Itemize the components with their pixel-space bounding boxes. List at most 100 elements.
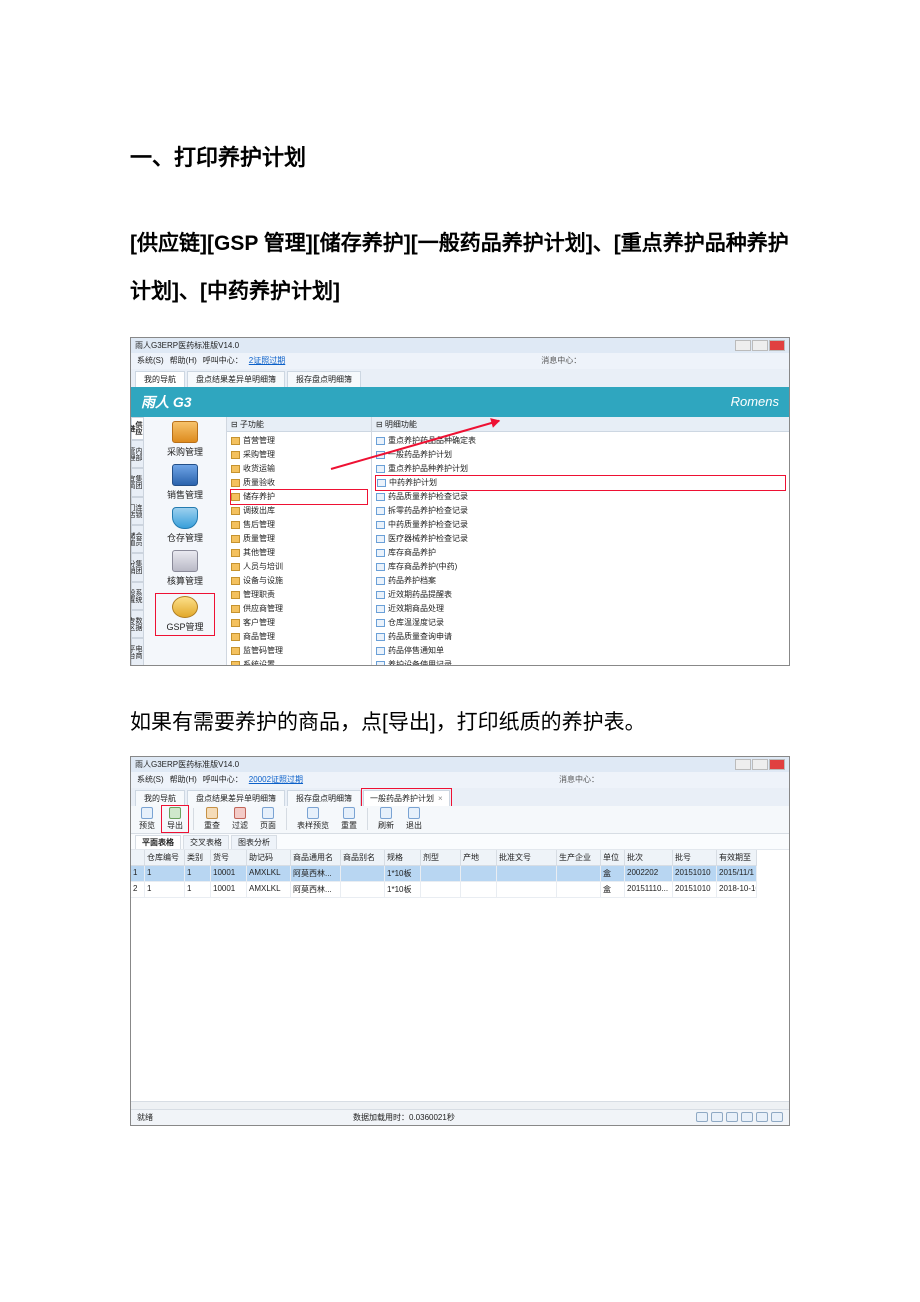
tab-plan[interactable]: 一般药品养护计划 × [363,790,450,806]
tab-close-icon[interactable]: × [438,794,443,803]
status-icon-1[interactable] [696,1112,708,1122]
tab-my-nav[interactable]: 我的导航 [135,790,185,806]
sidetab-0[interactable]: 供应链 [131,417,144,440]
sidetab-6[interactable]: 系统设置 [131,582,144,610]
toolbar-刷新-button[interactable]: 刷新 [374,807,398,831]
sidetab-4[interactable]: 会员储值 [131,525,144,553]
status-icon-4[interactable] [741,1112,753,1122]
detail-item-7[interactable]: 医疗器械养护检查记录 [376,532,785,546]
detail-item-14[interactable]: 药品质量查询申请 [376,630,785,644]
viewtab-chart[interactable]: 图表分析 [231,835,277,849]
tab-my-nav[interactable]: 我的导航 [135,371,185,387]
minimize-icon[interactable] [735,340,751,351]
menu-help[interactable]: 帮助(H) [170,774,197,785]
grid-col-header-1[interactable]: 仓库编号 [145,850,185,866]
maximize-icon[interactable] [752,340,768,351]
menu-system[interactable]: 系统(S) [137,774,164,785]
minimize-icon[interactable] [735,759,751,770]
sidebar-icon-0[interactable]: 采购管理 [155,421,215,458]
tree-item-9[interactable]: 人员与培训 [231,560,367,574]
tab-diff[interactable]: 盘点结果差异单明细簿 [187,371,285,387]
toolbar-退出-button[interactable]: 退出 [402,807,426,831]
tree-item-0[interactable]: 首营管理 [231,434,367,448]
status-icon-6[interactable] [771,1112,783,1122]
grid-col-header-14[interactable]: 批号 [673,850,717,866]
status-icon-5[interactable] [756,1112,768,1122]
tree-item-5[interactable]: 调拨出库 [231,504,367,518]
detail-item-8[interactable]: 库存商品养护 [376,546,785,560]
grid-col-header-0[interactable] [131,850,145,866]
tree-item-15[interactable]: 监管码管理 [231,644,367,658]
sidetab-3[interactable]: 连锁门店 [131,497,144,525]
horizontal-scrollbar[interactable] [131,1101,789,1109]
detail-item-4[interactable]: 药品质量养护检查记录 [376,490,785,504]
cert-expiry-link[interactable]: 2证照过期 [249,355,285,366]
grid-col-header-4[interactable]: 助记码 [247,850,291,866]
status-icon-2[interactable] [711,1112,723,1122]
tree-item-6[interactable]: 售后管理 [231,518,367,532]
grid-col-header-10[interactable]: 批准文号 [497,850,557,866]
sidebar-icon-2[interactable]: 仓存管理 [155,507,215,544]
detail-item-6[interactable]: 中药质量养护检查记录 [376,518,785,532]
detail-item-13[interactable]: 仓库温湿度记录 [376,616,785,630]
grid-col-header-12[interactable]: 单位 [601,850,625,866]
tab-inv[interactable]: 报存盘点明细簿 [287,371,361,387]
sidetab-8[interactable]: 电商平台 [131,638,144,665]
tab-inv[interactable]: 报存盘点明细簿 [287,790,361,806]
grid-col-header-6[interactable]: 商品别名 [341,850,385,866]
tree-item-12[interactable]: 供应商管理 [231,602,367,616]
toolbar-重查-button[interactable]: 重查 [200,807,224,831]
toolbar-表样预览-button[interactable]: 表样预览 [293,807,333,831]
grid-col-header-7[interactable]: 规格 [385,850,421,866]
toolbar-导出-button[interactable]: 导出 [163,807,187,831]
tree-item-3[interactable]: 质量验收 [231,476,367,490]
sidetab-2[interactable]: 集团宜简 [131,468,144,496]
detail-item-2[interactable]: 重点养护品种养护计划 [376,462,785,476]
menu-help[interactable]: 帮助(H) [170,355,197,366]
tree-item-11[interactable]: 管理职责 [231,588,367,602]
grid-col-header-15[interactable]: 有效期至 [717,850,757,866]
tree-item-16[interactable]: 系统设置 [231,658,367,666]
table-row[interactable]: 11110001AMXLKL阿莫西林...1*10板盒2002202201510… [131,866,789,882]
sidebar-icon-4[interactable]: GSP管理 [155,593,215,636]
table-row[interactable]: 21110001AMXLKL阿莫西林...1*10板盒20151110...20… [131,882,789,898]
sidebar-icon-1[interactable]: 销售管理 [155,464,215,501]
sidetab-7[interactable]: 数据专区 [131,610,144,638]
grid-col-header-5[interactable]: 商品通用名 [291,850,341,866]
grid-col-header-11[interactable]: 生产企业 [557,850,601,866]
close-icon[interactable] [769,759,785,770]
toolbar-过滤-button[interactable]: 过滤 [228,807,252,831]
cert-expiry-link[interactable]: 20002证照过期 [249,774,303,785]
tree-item-7[interactable]: 质量管理 [231,532,367,546]
tree-item-14[interactable]: 商品管理 [231,630,367,644]
tree-item-13[interactable]: 客户管理 [231,616,367,630]
tree-item-4[interactable]: 储存养护 [231,490,367,504]
tree-item-1[interactable]: 采购管理 [231,448,367,462]
detail-item-15[interactable]: 药品停售通知单 [376,644,785,658]
detail-item-11[interactable]: 近效期药品提醒表 [376,588,785,602]
toolbar-重置-button[interactable]: 重置 [337,807,361,831]
status-icon-3[interactable] [726,1112,738,1122]
detail-item-16[interactable]: 养护设备使用记录 [376,658,785,666]
grid-col-header-2[interactable]: 类别 [185,850,211,866]
tree-item-10[interactable]: 设备与设施 [231,574,367,588]
toolbar-预览-button[interactable]: 预览 [135,807,159,831]
sidebar-icon-3[interactable]: 核算管理 [155,550,215,587]
sidetab-1[interactable]: 内部管理 [131,440,144,468]
toolbar-页面-button[interactable]: 页面 [256,807,280,831]
detail-item-12[interactable]: 近效期商品处理 [376,602,785,616]
viewtab-flat[interactable]: 平面表格 [135,835,181,849]
close-icon[interactable] [769,340,785,351]
detail-item-3[interactable]: 中药养护计划 [376,476,785,490]
grid-col-header-9[interactable]: 产地 [461,850,497,866]
grid-col-header-13[interactable]: 批次 [625,850,673,866]
sidetab-5[interactable]: 集团分销 [131,553,144,581]
detail-item-5[interactable]: 拆零药品养护检查记录 [376,504,785,518]
viewtab-cross[interactable]: 交叉表格 [183,835,229,849]
maximize-icon[interactable] [752,759,768,770]
grid-col-header-8[interactable]: 剂型 [421,850,461,866]
detail-item-10[interactable]: 药品养护档案 [376,574,785,588]
detail-item-1[interactable]: 一般药品养护计划 [376,448,785,462]
grid-col-header-3[interactable]: 货号 [211,850,247,866]
tree-item-8[interactable]: 其他管理 [231,546,367,560]
